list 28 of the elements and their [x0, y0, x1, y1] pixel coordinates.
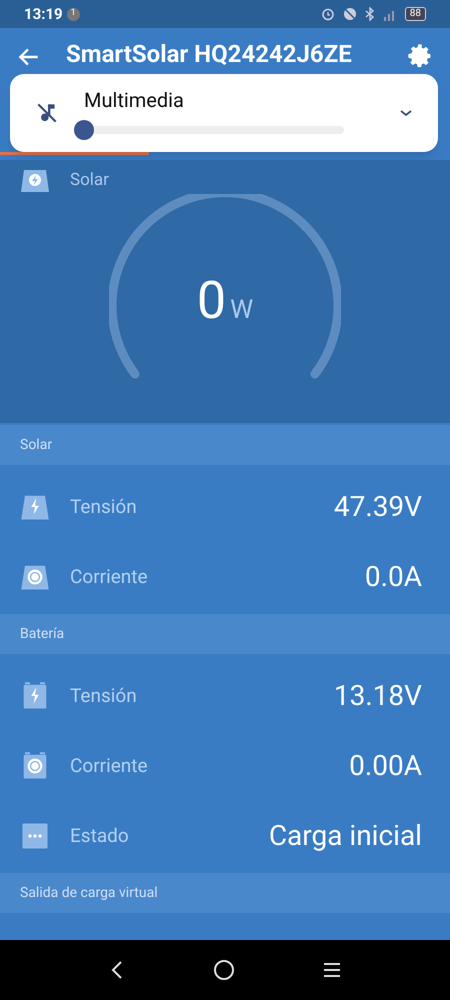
- alarm-icon: [320, 7, 335, 21]
- row-value: 0.00A: [349, 748, 423, 784]
- dots-icon: [20, 821, 50, 851]
- battery-indicator: 88: [404, 7, 426, 21]
- volume-slider[interactable]: [74, 119, 344, 141]
- section-header: Salida de carga virtual: [20, 884, 158, 902]
- row-value: 47.39V: [334, 489, 423, 525]
- row-value: Carga inicial: [268, 818, 423, 854]
- row-label: Corriente: [70, 752, 149, 779]
- row-label: Tensión: [70, 682, 138, 709]
- volume-label: Multimedia: [84, 87, 185, 114]
- row-label: Tensión: [70, 494, 138, 520]
- power-value: 0: [196, 275, 226, 327]
- notification-badge: 1: [66, 8, 80, 20]
- bluetooth-icon: [364, 7, 375, 21]
- row-label: Estado: [70, 822, 130, 849]
- status-time: 13:19: [24, 4, 63, 25]
- power-unit: W: [230, 297, 254, 323]
- section-header: Batería: [20, 624, 64, 644]
- gauge-label: Solar: [70, 169, 109, 192]
- bolt-icon: [20, 168, 50, 193]
- section-header: Solar: [20, 436, 52, 454]
- row-value: 0.0A: [364, 559, 423, 595]
- home-nav-icon[interactable]: [212, 959, 235, 981]
- app-title: SmartSolar HQ24242J6ZE: [66, 40, 353, 68]
- row-value: 13.18V: [334, 678, 423, 714]
- menu-icon[interactable]: [322, 961, 342, 979]
- row-label: Corriente: [70, 564, 149, 590]
